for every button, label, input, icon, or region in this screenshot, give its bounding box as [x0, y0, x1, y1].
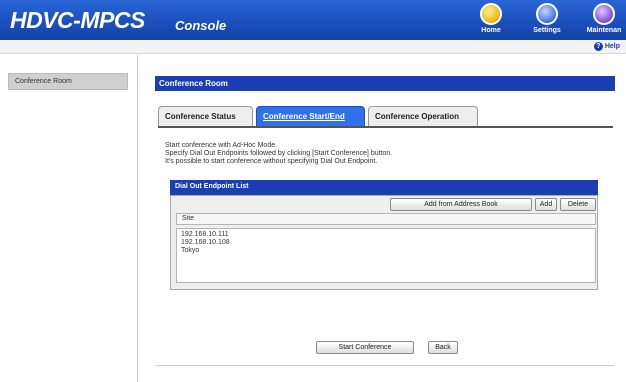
list-item[interactable]: 192.168.10.108	[177, 239, 595, 247]
maintenance-icon	[593, 3, 615, 25]
maintenance-label: Maintenan	[586, 27, 622, 34]
settings-label: Settings	[533, 27, 561, 34]
site-listbox[interactable]: 192.168.10.111 192.168.10.108 Tokyo	[176, 228, 596, 283]
sidebar: Conference Room	[0, 55, 138, 382]
description-line: Start conference with Ad-Hoc Mode.	[165, 142, 278, 149]
add-button[interactable]: Add	[535, 198, 557, 211]
tab-conference-start-end[interactable]: Conference Start/End	[256, 106, 365, 126]
home-icon	[480, 3, 502, 25]
delete-button[interactable]: Delete	[560, 198, 596, 211]
tab-conference-status[interactable]: Conference Status	[158, 106, 253, 126]
bottom-divider	[155, 365, 615, 366]
list-item[interactable]: Tokyo	[177, 247, 595, 255]
description-line: Specify Dial Out Endpoints followed by c…	[165, 150, 393, 157]
help-label: Help	[604, 43, 620, 50]
console-subtitle: Console	[175, 18, 227, 33]
site-column-header: Site	[176, 213, 596, 225]
home-label: Home	[481, 27, 501, 34]
description: Start conference with Ad-Hoc Mode. Speci…	[165, 142, 392, 166]
sidebar-item-conference-room[interactable]: Conference Room	[8, 73, 128, 90]
help-link[interactable]: ? Help	[593, 42, 620, 51]
brand-title: HDVC-MPCS	[10, 7, 145, 33]
settings-icon	[536, 3, 558, 25]
start-conference-button[interactable]: Start Conference	[316, 341, 414, 354]
list-item[interactable]: 192.168.10.111	[177, 231, 595, 239]
help-icon: ?	[593, 42, 603, 51]
tab-underline	[158, 126, 613, 128]
description-line: It's possible to start conference withou…	[165, 158, 378, 165]
settings-button[interactable]: Settings	[527, 3, 567, 39]
dial-out-list-title: Dial Out Endpoint List	[170, 180, 598, 195]
home-button[interactable]: Home	[471, 3, 511, 39]
maintenance-button[interactable]: Maintenan	[584, 3, 624, 39]
add-from-address-book-button[interactable]: Add from Address Book	[390, 198, 532, 211]
header-bar: HDVC-MPCS Console Home Settings Maintena…	[0, 0, 626, 40]
sub-bar: ? Help	[0, 40, 626, 54]
panel-title: Conference Room	[155, 76, 615, 91]
back-button[interactable]: Back	[428, 341, 458, 354]
tab-conference-operation[interactable]: Conference Operation	[368, 106, 478, 126]
